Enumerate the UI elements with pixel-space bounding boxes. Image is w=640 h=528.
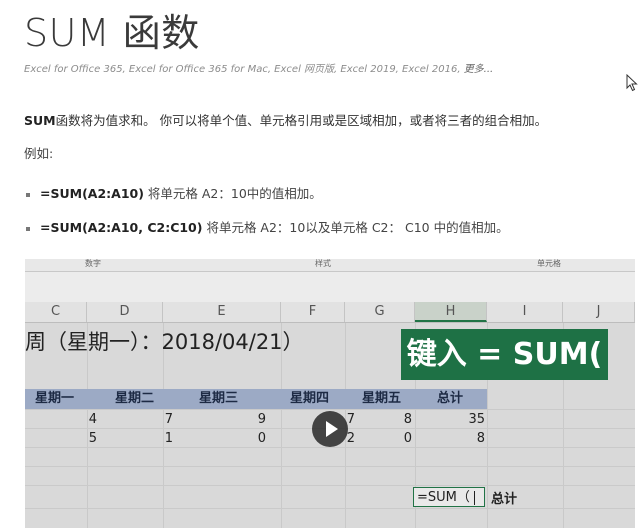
description: SUM函数将为值求和。 你可以将单个值、单元格引用或是区域相加，或者将三者的组合… [24, 110, 547, 129]
total-label-cell: 总计 [491, 492, 518, 507]
table-cell: 0 [257, 431, 266, 446]
bullet-formula: =SUM(A2:A10, C2:C10) [40, 220, 203, 235]
example-label: 例如: [24, 146, 54, 161]
table-cell: 9 [257, 412, 266, 427]
applies-to: Excel for Office 365, Excel for Office 3… [24, 60, 493, 75]
table-cell: 7 [164, 412, 173, 427]
table-cell: 1 [164, 431, 173, 446]
mouse-cursor-icon [626, 74, 638, 92]
column-headers: C D E F G H I J [25, 302, 635, 323]
column-header-h[interactable]: H [415, 302, 487, 322]
bullet-text: 将单元格 A2：10以及单元格 C2： C10 中的值相加。 [202, 220, 509, 235]
grid-line [25, 485, 635, 486]
ribbon-spacer [25, 272, 635, 302]
table-cell: 35 [468, 412, 485, 427]
header-cell: 星期三 [199, 391, 239, 406]
play-icon [326, 421, 338, 437]
column-header-f[interactable]: F [281, 302, 345, 322]
header-cell: 星期一 [35, 391, 75, 406]
list-item: =SUM(A2:A10) 将单元格 A2：10中的值相加。 [26, 183, 322, 202]
column-header-e[interactable]: E [163, 302, 281, 322]
table-cell: 8 [403, 412, 412, 427]
bullet-text: 将单元格 A2：10中的值相加。 [143, 186, 322, 201]
text-caret [473, 490, 475, 505]
grid-line [25, 508, 635, 509]
more-link[interactable]: 更多... [464, 64, 494, 75]
instruction-overlay: 键入 = SUM( [401, 329, 608, 380]
table-cell: 8 [476, 431, 485, 446]
excel-ribbon: 数字 样式 单元格 [25, 259, 635, 272]
formula-input-cell[interactable]: =SUM（ [413, 487, 485, 507]
column-header-g[interactable]: G [345, 302, 415, 322]
grid-line [25, 466, 635, 467]
ribbon-group-cells: 单元格 [537, 259, 561, 268]
page-title: SUM 函数 [24, 11, 200, 55]
applies-to-text: Excel for Office 365, Excel for Office 3… [24, 64, 464, 75]
ribbon-group-styles: 样式 [315, 259, 331, 268]
formula-text: =SUM（ [417, 490, 470, 505]
header-cell: 星期五 [362, 391, 402, 406]
column-header-c[interactable]: C [25, 302, 87, 322]
bullet-icon [26, 226, 30, 231]
description-text: 函数将为值求和。 你可以将单个值、单元格引用或是区域相加，或者将三者的组合相加。 [55, 113, 548, 128]
header-cell: 星期二 [115, 391, 155, 406]
list-item: =SUM(A2:A10, C2:C10) 将单元格 A2：10以及单元格 C2：… [26, 217, 509, 236]
header-cell: 总计 [437, 391, 464, 406]
column-header-d[interactable]: D [87, 302, 163, 322]
description-function-name: SUM [24, 113, 56, 128]
bullet-formula: =SUM(A2:A10) [40, 186, 144, 201]
table-cell: 0 [403, 431, 412, 446]
ribbon-group-number: 数字 [85, 259, 101, 268]
bullet-icon [26, 192, 30, 197]
header-cell: 星期四 [290, 391, 330, 406]
column-header-j[interactable]: J [563, 302, 635, 322]
column-header-i[interactable]: I [487, 302, 563, 322]
sheet-title-cell: 周（星期一）：2018/04/21） [25, 330, 304, 354]
table-header-row [25, 389, 487, 409]
video-player[interactable]: 数字 样式 单元格 C D E F G H I J 周（星期一）：2018/04… [25, 259, 635, 528]
